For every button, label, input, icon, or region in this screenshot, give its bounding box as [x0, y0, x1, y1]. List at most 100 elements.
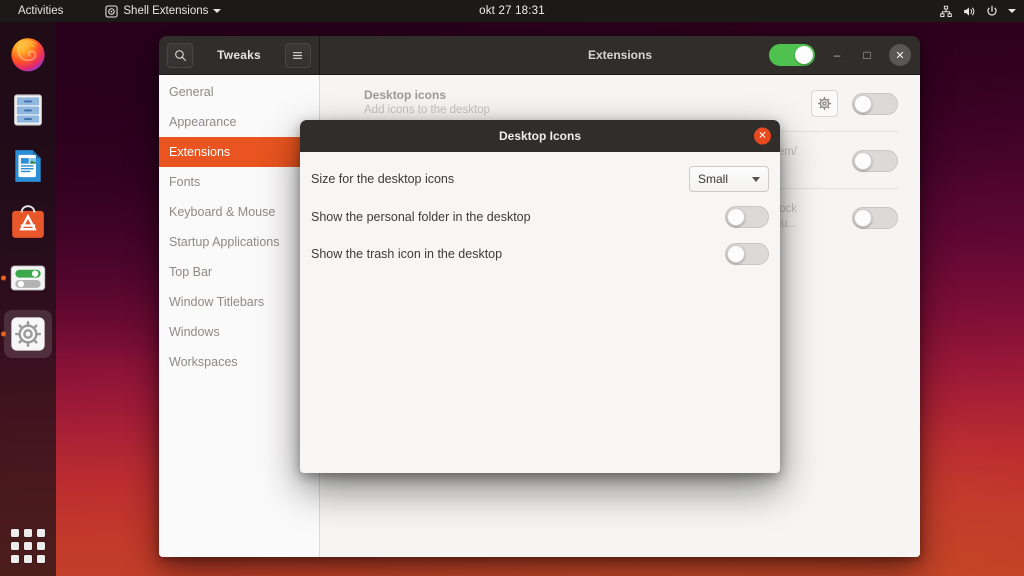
- top-bar-left: Activities Shell Extensions: [0, 2, 229, 21]
- dialog-row-label: Size for the desktop icons: [311, 172, 454, 186]
- sidebar-item-label: Startup Applications: [169, 235, 280, 249]
- main-menu-button[interactable]: [285, 43, 311, 68]
- minimize-button[interactable]: –: [829, 47, 845, 63]
- toggle-knob: [854, 152, 872, 170]
- files-icon: [9, 91, 47, 129]
- extension-texts: Desktop icons Add icons to the desktop: [364, 88, 811, 118]
- sidebar-item-label: Windows: [169, 325, 220, 339]
- gear-placeholder: [811, 147, 838, 174]
- dock-item-firefox[interactable]: [4, 30, 52, 78]
- toggle-knob: [727, 245, 745, 263]
- dock-item-settings[interactable]: [4, 254, 52, 302]
- gnome-top-bar: Activities Shell Extensions okt 27 18:31: [0, 0, 1024, 22]
- dialog-row-trash-icon: Show the trash icon in the desktop: [311, 239, 769, 269]
- sidebar-item-workspaces[interactable]: Workspaces: [159, 347, 319, 377]
- app-grid-dot: [11, 529, 19, 537]
- extension-controls: [811, 88, 898, 117]
- dock-item-files[interactable]: [4, 86, 52, 134]
- activities-label: Activities: [18, 5, 63, 17]
- app-grid-dot: [24, 555, 32, 563]
- app-grid-dot: [37, 542, 45, 550]
- extension-enable-toggle[interactable]: [852, 207, 898, 229]
- dialog-body: Size for the desktop icons Small Show th…: [300, 152, 780, 473]
- app-menu-label: Shell Extensions: [123, 5, 208, 17]
- show-applications-button[interactable]: [6, 524, 50, 568]
- close-button[interactable]: ✕: [889, 44, 911, 66]
- network-icon: [939, 5, 953, 18]
- settings-icon: [9, 259, 47, 297]
- toggle-knob: [727, 208, 745, 226]
- extension-enable-toggle[interactable]: [852, 93, 898, 115]
- extensions-icon: [105, 5, 118, 18]
- sidebar-item-label: Fonts: [169, 175, 200, 189]
- dock-item-ubuntu-software[interactable]: [4, 198, 52, 246]
- activities-button[interactable]: Activities: [10, 2, 71, 20]
- extension-controls: [811, 202, 898, 231]
- maximize-button[interactable]: □: [859, 47, 875, 63]
- toggle-knob: [854, 209, 872, 227]
- tweaks-header-left: Tweaks: [159, 36, 320, 74]
- extension-settings-button[interactable]: [811, 90, 838, 117]
- clock-button[interactable]: okt 27 18:31: [479, 5, 545, 17]
- sidebar-item-extensions[interactable]: Extensions: [159, 137, 319, 167]
- sidebar-item-general[interactable]: General: [159, 77, 319, 107]
- volume-icon: [962, 5, 976, 18]
- system-status-area[interactable]: [939, 0, 1016, 22]
- search-button[interactable]: [167, 43, 193, 68]
- icon-size-value: Small: [698, 172, 728, 186]
- dialog-row-icon-size: Size for the desktop icons Small: [311, 164, 769, 194]
- sidebar-item-appearance[interactable]: Appearance: [159, 107, 319, 137]
- sidebar-item-label: Appearance: [169, 115, 236, 129]
- extension-description: Add icons to the desktop: [364, 103, 797, 118]
- dock-item-list: [4, 22, 52, 358]
- search-icon: [174, 49, 187, 62]
- power-icon: [985, 5, 999, 18]
- show-personal-folder-toggle[interactable]: [725, 206, 769, 228]
- sidebar-item-label: Window Titlebars: [169, 295, 264, 309]
- sidebar-item-label: Top Bar: [169, 265, 212, 279]
- show-trash-icon-toggle[interactable]: [725, 243, 769, 265]
- extensions-master-toggle[interactable]: [769, 44, 815, 66]
- firefox-icon: [9, 35, 47, 73]
- extension-name: Desktop icons: [364, 88, 797, 103]
- dialog-close-button[interactable]: ✕: [754, 128, 771, 145]
- extension-controls: [811, 145, 898, 174]
- tweaks-header-bar: Tweaks Extensions – □ ✕: [159, 36, 920, 75]
- desktop-icons-dialog: Desktop Icons ✕ Size for the desktop ico…: [300, 120, 780, 473]
- dialog-title-bar: Desktop Icons ✕: [300, 120, 780, 152]
- ubuntu-software-icon: [9, 203, 47, 241]
- app-grid-dot: [24, 542, 32, 550]
- status-chevron-down-icon: [1008, 9, 1016, 13]
- sidebar-item-windows[interactable]: Windows: [159, 317, 319, 347]
- app-menu-button[interactable]: Shell Extensions: [97, 2, 229, 21]
- running-indicator-dot: [1, 332, 6, 337]
- tweaks-sidebar: General Appearance Extensions Fonts Keyb…: [159, 75, 320, 557]
- dock-item-libreoffice-writer[interactable]: [4, 142, 52, 190]
- sidebar-item-fonts[interactable]: Fonts: [159, 167, 319, 197]
- sidebar-item-label: Keyboard & Mouse: [169, 205, 275, 219]
- toggle-knob: [854, 95, 872, 113]
- app-grid-dot: [11, 555, 19, 563]
- sidebar-item-window-titlebars[interactable]: Window Titlebars: [159, 287, 319, 317]
- chevron-down-icon: [213, 9, 221, 13]
- dialog-row-label: Show the personal folder in the desktop: [311, 210, 531, 224]
- sidebar-item-label: Workspaces: [169, 355, 238, 369]
- dialog-row-label: Show the trash icon in the desktop: [311, 247, 502, 261]
- sidebar-item-label: General: [169, 85, 213, 99]
- toggle-knob: [795, 46, 813, 64]
- dialog-title: Desktop Icons: [499, 129, 581, 143]
- dock-item-tweaks[interactable]: [4, 310, 52, 358]
- header-controls: – □ ✕: [769, 44, 911, 66]
- dialog-row-personal-folder: Show the personal folder in the desktop: [311, 202, 769, 232]
- icon-size-dropdown[interactable]: Small: [689, 166, 769, 192]
- sidebar-item-startup-applications[interactable]: Startup Applications: [159, 227, 319, 257]
- sidebar-item-label: Extensions: [169, 145, 230, 159]
- extension-enable-toggle[interactable]: [852, 150, 898, 172]
- ubuntu-dock: [0, 22, 56, 576]
- running-indicator-dot: [1, 276, 6, 281]
- sidebar-item-keyboard-and-mouse[interactable]: Keyboard & Mouse: [159, 197, 319, 227]
- sidebar-item-top-bar[interactable]: Top Bar: [159, 257, 319, 287]
- tweaks-gear-icon: [9, 315, 47, 353]
- app-grid-dot: [24, 529, 32, 537]
- gear-icon: [817, 96, 832, 111]
